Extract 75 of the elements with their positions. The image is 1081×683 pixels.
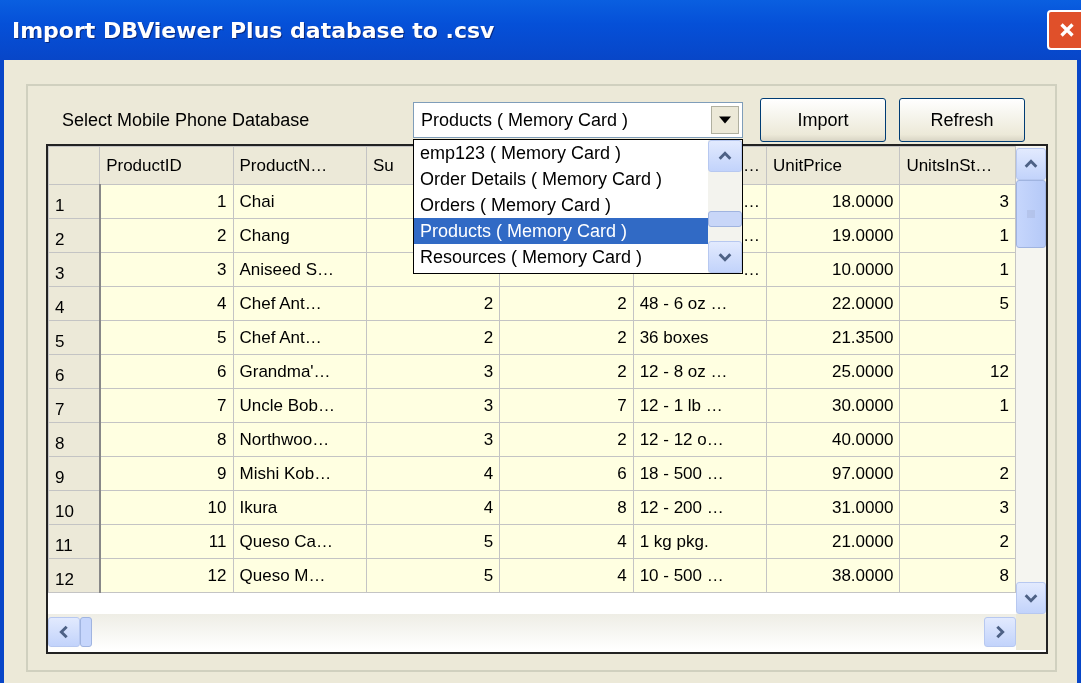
table-cell: 2 (899, 524, 1016, 559)
table-cell: 11 (99, 524, 233, 559)
table-cell: 8 (899, 558, 1016, 593)
table-cell: 12 (899, 354, 1016, 389)
table-cell: Uncle Bob… (233, 388, 367, 423)
table-cell: 10 - 500 … (633, 558, 767, 593)
table-cell: 2 (99, 218, 233, 253)
table-cell: Chang (233, 218, 367, 253)
table-cell: 18 - 500 … (633, 456, 767, 491)
table-cell: 1 (899, 218, 1016, 253)
table-cell: 36 boxes (633, 320, 767, 355)
table-cell: 12 (99, 558, 233, 593)
table-cell: Mishi Kob… (233, 456, 367, 491)
table-cell: 1 kg pkg. (633, 524, 767, 559)
field-label: Select Mobile Phone Database (62, 109, 311, 131)
table-cell: 2 (499, 422, 634, 457)
table-cell: 97.0000 (766, 456, 900, 491)
table-cell: 6 (499, 456, 634, 491)
table-cell: 3 (899, 490, 1016, 525)
table-cell: 10.0000 (766, 252, 900, 287)
table-cell: 38.0000 (766, 558, 900, 593)
table-cell: 5 (899, 286, 1016, 321)
table-cell: 9 (99, 456, 233, 491)
table-cell: 3 (366, 422, 500, 457)
table-cell: 8 (99, 422, 233, 457)
table-cell: Chai (233, 184, 367, 219)
table-cell: 21.3500 (766, 320, 900, 355)
table-cell: 21.0000 (766, 524, 900, 559)
table-cell: Queso Ca… (233, 524, 367, 559)
table-cell: 18.0000 (766, 184, 900, 219)
table-cell: 19.0000 (766, 218, 900, 253)
table-cell: Aniseed S… (233, 252, 367, 287)
table-cell: 5 (366, 558, 500, 593)
table-cell: Ikura (233, 490, 367, 525)
table-cell: 31.0000 (766, 490, 900, 525)
table-cell: 7 (99, 388, 233, 423)
table-cell: 4 (99, 286, 233, 321)
table-cell: 6 (99, 354, 233, 389)
table-cell: Grandma'… (233, 354, 367, 389)
table-cell: 22.0000 (766, 286, 900, 321)
table-cell: 1 (99, 184, 233, 219)
table-cell: 8 (499, 490, 634, 525)
table-cell: 25.0000 (766, 354, 900, 389)
table-cell: 48 - 6 oz … (633, 286, 767, 321)
table-cell: 2 (366, 286, 500, 321)
table-cell: 2 (366, 320, 500, 355)
table-cell: 4 (366, 490, 500, 525)
table-cell: Chef Ant… (233, 320, 367, 355)
table-cell: 4 (499, 558, 634, 593)
table-cell: 12 - 1 lb … (633, 388, 767, 423)
table-cell: 2 (899, 456, 1016, 491)
table-cell: 12 - 200 … (633, 490, 767, 525)
table-cell: 12 - 8 oz … (633, 354, 767, 389)
table-cell: 30.0000 (766, 388, 900, 423)
table-cell: 12 - 12 o… (633, 422, 767, 457)
table-cell: 4 (499, 524, 634, 559)
table-cell: 3 (366, 354, 500, 389)
table-cell: Chef Ant… (233, 286, 367, 321)
table-cell: 5 (99, 320, 233, 355)
table-cell: 3 (366, 388, 500, 423)
table-cell: 4 (366, 456, 500, 491)
table-cell: 3 (899, 184, 1016, 219)
table-cell: 2 (499, 354, 634, 389)
table-cell: Queso M… (233, 558, 367, 593)
window-title: Import DBViewer Plus database to .csv (12, 17, 495, 43)
table-cell: 2 (499, 320, 634, 355)
table-cell: 1 (899, 388, 1016, 423)
table-cell: 40.0000 (766, 422, 900, 457)
table-cell: 1 (899, 252, 1016, 287)
table-cell: 5 (366, 524, 500, 559)
table-cell: 7 (499, 388, 634, 423)
table-cell: 2 (499, 286, 634, 321)
table-cell: 10 (99, 490, 233, 525)
table-cell: Northwoo… (233, 422, 367, 457)
table-cell: 3 (99, 252, 233, 287)
